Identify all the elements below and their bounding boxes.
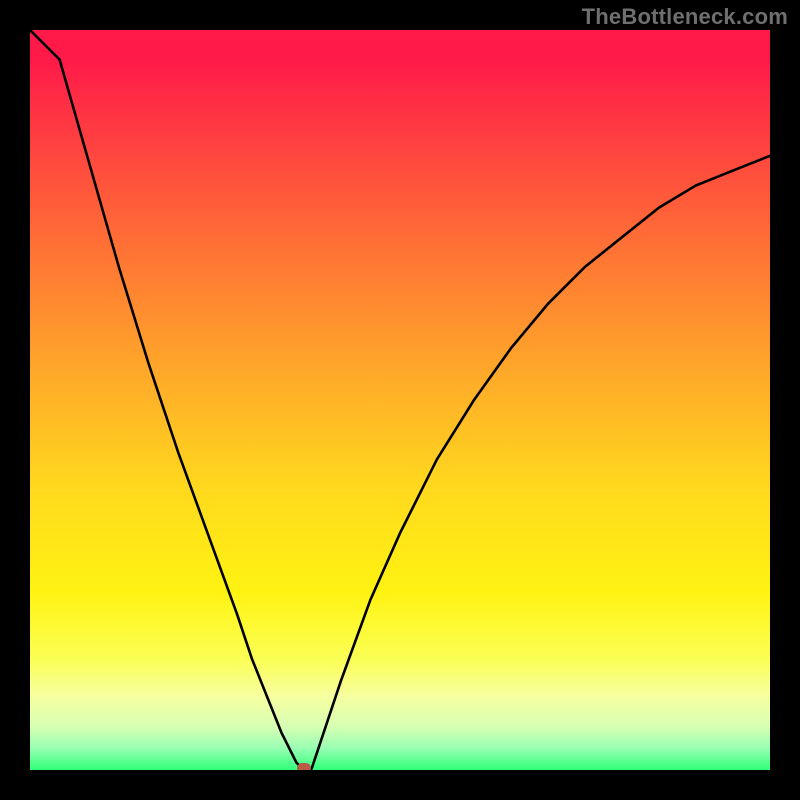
watermark-text: TheBottleneck.com [582, 4, 788, 30]
plot-area [30, 30, 770, 770]
curve-path [30, 30, 770, 770]
chart-frame: TheBottleneck.com [0, 0, 800, 800]
bottleneck-curve [30, 30, 770, 770]
minimum-marker [297, 763, 311, 770]
